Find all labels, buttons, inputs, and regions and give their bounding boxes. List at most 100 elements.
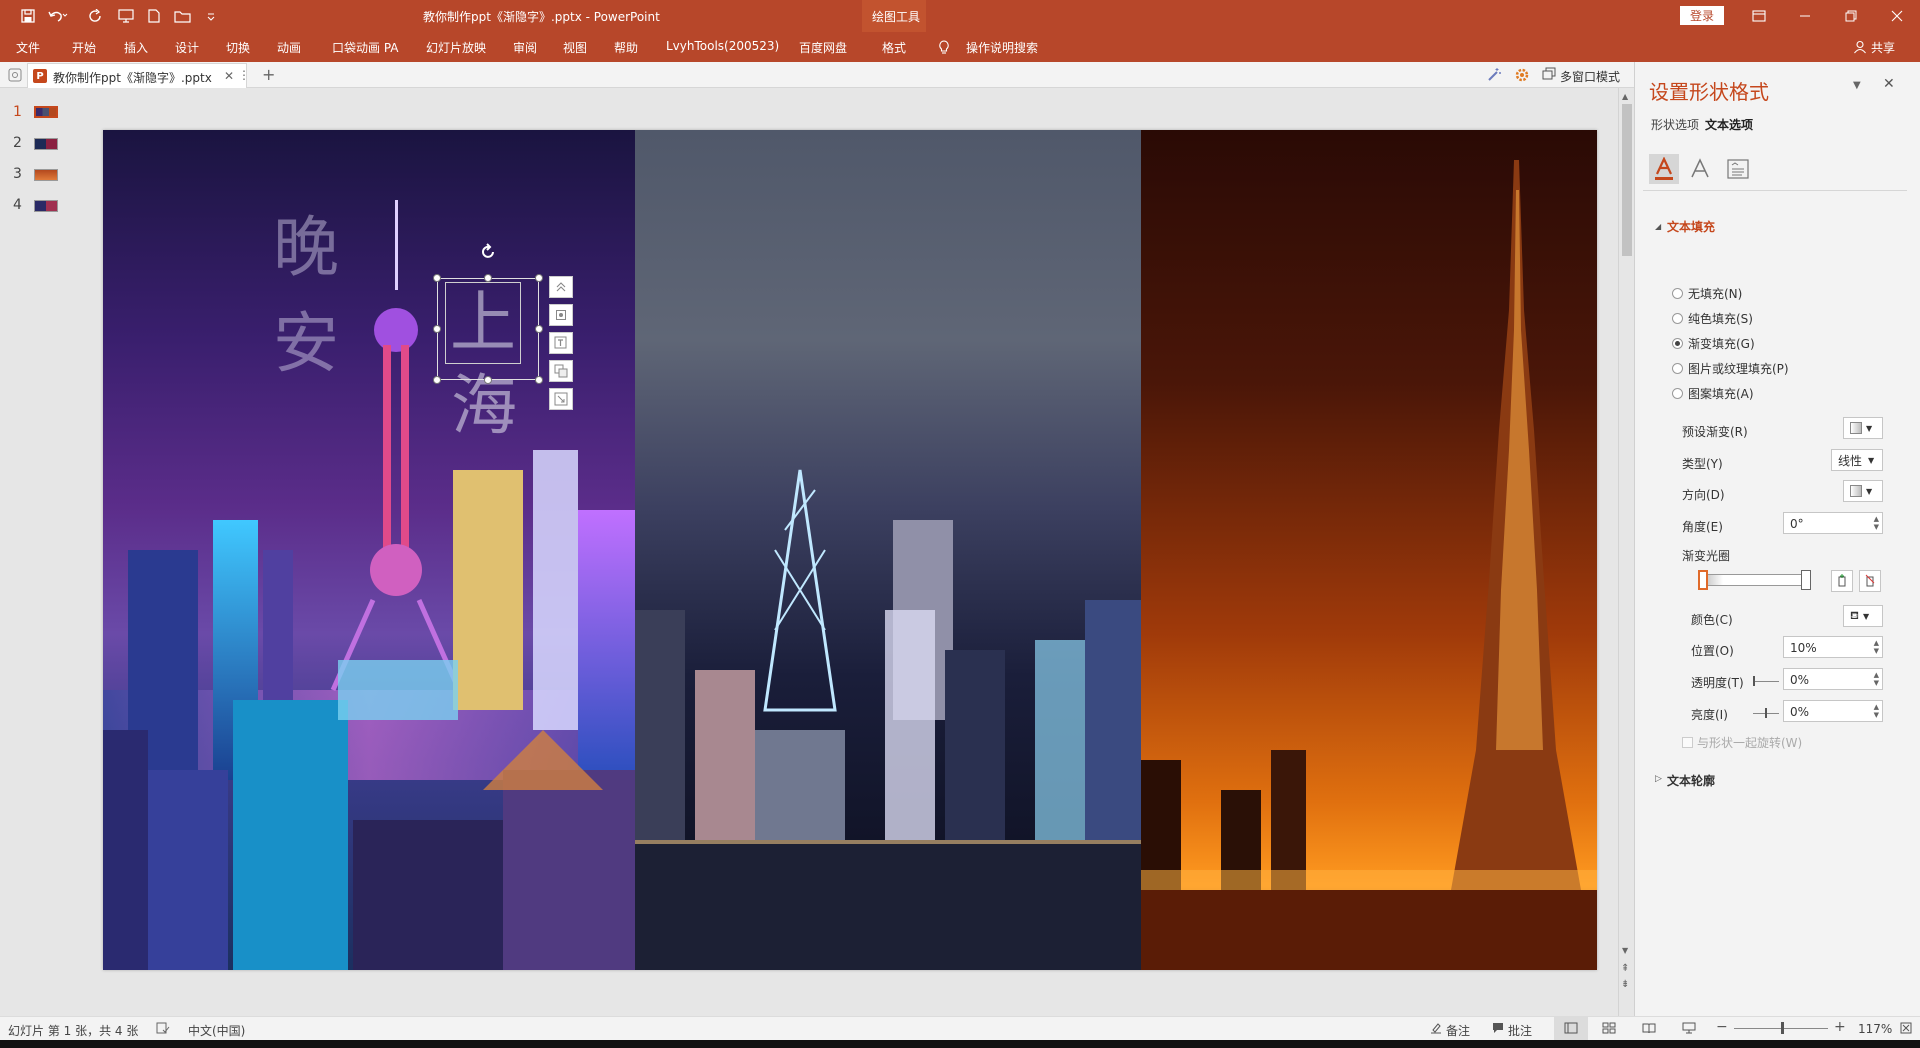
pane-options-icon[interactable]: ▼ xyxy=(1853,80,1861,91)
crop-resize-icon[interactable] xyxy=(549,388,573,410)
new-tab-icon[interactable]: + xyxy=(262,65,275,84)
brightness-slider-thumb[interactable] xyxy=(1765,708,1767,718)
section-text-outline[interactable]: 文本轮廓 xyxy=(1667,772,1715,789)
resize-handle[interactable] xyxy=(484,274,492,282)
rotate-handle-icon[interactable] xyxy=(478,242,498,262)
radio-circle[interactable] xyxy=(1672,388,1683,399)
remove-gradient-stop-icon[interactable] xyxy=(1859,570,1881,592)
reading-view-icon[interactable] xyxy=(1642,1022,1656,1034)
direction-dropdown[interactable]: ▼ xyxy=(1843,480,1883,502)
checkbox-box[interactable] xyxy=(1682,737,1693,748)
zoom-slider-thumb[interactable] xyxy=(1781,1022,1784,1034)
notes-button[interactable]: 备注 xyxy=(1446,1022,1470,1039)
gradient-stop[interactable] xyxy=(1801,570,1811,590)
slide-thumbnail-2[interactable] xyxy=(34,138,58,150)
resize-handle[interactable] xyxy=(433,274,441,282)
tab-review[interactable]: 审阅 xyxy=(513,39,537,56)
zoom-level[interactable]: 117% xyxy=(1858,1022,1892,1036)
slide-sorter-icon[interactable] xyxy=(1602,1022,1616,1034)
transparency-slider-thumb[interactable] xyxy=(1753,676,1755,686)
language-indicator[interactable]: 中文(中国) xyxy=(188,1022,245,1039)
tab-file[interactable]: 文件 xyxy=(16,39,40,56)
close-tab-icon[interactable]: ✕ xyxy=(224,69,234,83)
layout-options-icon[interactable] xyxy=(549,276,573,298)
magic-wand-icon[interactable] xyxy=(1486,67,1502,83)
tab-insert[interactable]: 插入 xyxy=(124,39,148,56)
position-input[interactable]: 10% ▲ ▼ xyxy=(1783,636,1883,658)
resize-handle[interactable] xyxy=(535,376,543,384)
resize-handle[interactable] xyxy=(535,325,543,333)
radio-circle-selected[interactable] xyxy=(1672,338,1683,349)
text-effects-icon[interactable] xyxy=(1689,158,1711,180)
tab-menu-icon[interactable]: ⋮ xyxy=(238,68,250,82)
arrange-icon[interactable] xyxy=(549,360,573,382)
previous-slide-icon[interactable]: ⇞ xyxy=(1621,964,1629,974)
resize-handle[interactable] xyxy=(535,274,543,282)
tab-transitions[interactable]: 切换 xyxy=(226,39,250,56)
transparency-slider[interactable] xyxy=(1753,681,1779,682)
slide-thumbnail-4[interactable] xyxy=(34,200,58,212)
radio-pattern-fill[interactable]: 图案填充(A) xyxy=(1672,385,1754,402)
resize-handle[interactable] xyxy=(433,325,441,333)
tab-format[interactable]: 格式 xyxy=(882,39,906,56)
save-icon[interactable] xyxy=(18,6,38,26)
type-dropdown[interactable]: 线性 ▼ xyxy=(1831,449,1883,471)
radio-solid-fill[interactable]: 纯色填充(S) xyxy=(1672,310,1753,327)
tab-baidu-netdisk[interactable]: 百度网盘 xyxy=(799,39,847,56)
slideshow-icon[interactable] xyxy=(1682,1022,1696,1034)
slide-thumbnail-3[interactable] xyxy=(34,169,58,181)
tab-lvyhtools[interactable]: LvyhTools(200523) xyxy=(666,39,779,53)
text-box-icon[interactable] xyxy=(549,332,573,354)
tab-design[interactable]: 设计 xyxy=(175,39,199,56)
resize-handle[interactable] xyxy=(433,376,441,384)
add-gradient-stop-icon[interactable] xyxy=(1831,570,1853,592)
scrollbar-thumb[interactable] xyxy=(1622,104,1632,256)
spin-arrows-icon[interactable]: ▲ ▼ xyxy=(1874,639,1879,655)
gradient-stops-bar[interactable] xyxy=(1701,574,1809,586)
scroll-down-icon[interactable]: ▼ xyxy=(1622,946,1628,955)
tab-slideshow[interactable]: 幻灯片放映 xyxy=(426,39,486,56)
login-button[interactable]: 登录 xyxy=(1680,6,1724,25)
normal-view-icon[interactable] xyxy=(1554,1017,1588,1040)
fit-to-window-icon[interactable] xyxy=(1900,1022,1912,1034)
radio-gradient-fill[interactable]: 渐变填充(G) xyxy=(1672,335,1755,352)
tab-animations[interactable]: 动画 xyxy=(277,39,301,56)
align-target-icon[interactable] xyxy=(549,304,573,326)
restore-icon[interactable] xyxy=(1828,0,1874,32)
angle-input[interactable]: 0° ▲ ▼ xyxy=(1783,512,1883,534)
spellcheck-icon[interactable] xyxy=(156,1022,170,1034)
rotate-with-shape-checkbox[interactable]: 与形状一起旋转(W) xyxy=(1682,734,1802,751)
color-picker-button[interactable]: ⛾ ▼ xyxy=(1843,605,1883,627)
tab-view[interactable]: 视图 xyxy=(563,39,587,56)
next-slide-icon[interactable]: ⇟ xyxy=(1621,980,1629,990)
section-text-fill[interactable]: 文本填充 xyxy=(1667,218,1715,235)
undo-icon[interactable] xyxy=(46,6,70,26)
brightness-input[interactable]: 0% ▲ ▼ xyxy=(1783,700,1883,722)
textbox-layout-icon[interactable] xyxy=(1727,159,1749,179)
start-from-beginning-icon[interactable] xyxy=(116,6,136,26)
tab-pocket-animation[interactable]: 口袋动画 PA xyxy=(332,39,399,56)
transparency-input[interactable]: 0% ▲ ▼ xyxy=(1783,668,1883,690)
comments-button[interactable]: 批注 xyxy=(1508,1022,1532,1039)
zoom-out-icon[interactable]: − xyxy=(1716,1019,1728,1035)
text-fill-outline-icon[interactable] xyxy=(1649,154,1679,184)
vertical-scrollbar[interactable]: ▲ ▼ ⇞ ⇟ xyxy=(1618,88,1634,1016)
slide-text-goodnight[interactable]: 晚 安 xyxy=(273,200,339,392)
radio-no-fill[interactable]: 无填充(N) xyxy=(1672,285,1742,302)
spin-arrows-icon[interactable]: ▲ ▼ xyxy=(1874,515,1879,531)
minimize-icon[interactable] xyxy=(1782,0,1828,32)
slide-canvas[interactable]: 晚 安 上 海 xyxy=(103,130,1597,970)
open-folder-icon[interactable] xyxy=(172,6,194,26)
tab-shape-options[interactable]: 形状选项 xyxy=(1651,116,1699,133)
settings-gear-icon[interactable] xyxy=(1514,67,1530,83)
slide-thumbnail-1[interactable] xyxy=(34,106,58,118)
share-button[interactable]: 共享 xyxy=(1871,39,1895,56)
resize-handle[interactable] xyxy=(484,376,492,384)
tab-home[interactable]: 开始 xyxy=(72,39,96,56)
spin-arrows-icon[interactable]: ▲ ▼ xyxy=(1874,671,1879,687)
multiwindow-mode-button[interactable]: 多窗口模式 xyxy=(1560,68,1620,85)
spin-arrows-icon[interactable]: ▲ ▼ xyxy=(1874,703,1879,719)
new-file-icon[interactable] xyxy=(144,6,164,26)
radio-circle[interactable] xyxy=(1672,313,1683,324)
collapse-arrow-icon[interactable]: ◢ xyxy=(1655,222,1661,231)
